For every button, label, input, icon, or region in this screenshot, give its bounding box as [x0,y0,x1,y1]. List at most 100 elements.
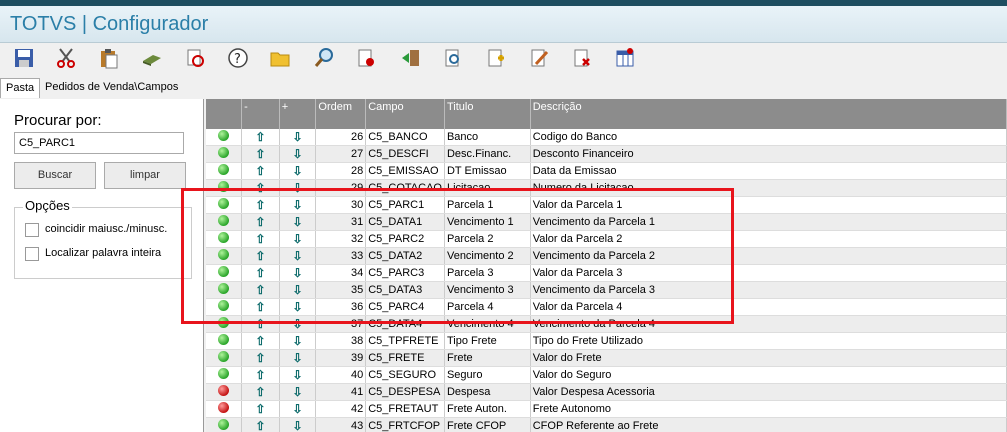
move-down-cell[interactable]: ⇩ [279,281,317,299]
folder-icon[interactable] [267,45,293,71]
arrow-down-icon[interactable]: ⇩ [293,233,303,245]
search-icon[interactable] [311,45,337,71]
arrow-down-icon[interactable]: ⇩ [293,216,303,228]
col-titulo-header[interactable]: Titulo [444,99,531,129]
move-down-cell[interactable]: ⇩ [279,383,317,401]
arrow-down-icon[interactable]: ⇩ [293,182,303,194]
arrow-down-icon[interactable]: ⇩ [293,148,303,160]
move-up-cell[interactable]: ⇧ [241,247,280,265]
move-up-cell[interactable]: ⇧ [241,349,280,367]
move-up-cell[interactable]: ⇧ [241,162,280,180]
move-up-cell[interactable]: ⇧ [241,366,280,384]
search-input[interactable] [14,132,184,154]
table-row[interactable]: ⇧ ⇩ 40 C5_SEGURO Seguro Valor do Seguro [206,366,1007,384]
arrow-down-icon[interactable]: ⇩ [293,403,303,415]
move-up-cell[interactable]: ⇧ [241,383,280,401]
arrow-down-icon[interactable]: ⇩ [293,199,303,211]
move-down-cell[interactable]: ⇩ [279,298,317,316]
move-down-cell[interactable]: ⇩ [279,366,317,384]
table-row[interactable]: ⇧ ⇩ 29 C5_COTACAO Licitacao Numero da Licitac… [206,179,1007,197]
help-icon[interactable]: ? [225,45,251,71]
preview-icon[interactable] [440,45,466,71]
move-down-cell[interactable]: ⇩ [279,247,317,265]
arrow-up-icon[interactable]: ⇧ [255,165,265,177]
arrow-down-icon[interactable]: ⇩ [293,318,303,330]
table-row[interactable]: ⇧ ⇩ 37 C5_DATA4 Vencimento 4 Vencimento da Pa… [206,315,1007,333]
move-up-cell[interactable]: ⇧ [241,145,280,163]
table-row[interactable]: ⇧ ⇩ 38 C5_TPFRETE Tipo Frete Tipo do Frete Ut… [206,332,1007,350]
table-row[interactable]: ⇧ ⇩ 26 C5_BANCO Banco Codigo do Banco [206,129,1007,146]
match-case-checkbox[interactable] [25,223,39,237]
move-down-cell[interactable]: ⇩ [279,129,317,146]
arrow-up-icon[interactable]: ⇧ [255,335,265,347]
arrow-down-icon[interactable]: ⇩ [293,420,303,432]
table-row[interactable]: ⇧ ⇩ 39 C5_FRETE Frete Valor do Frete [206,349,1007,367]
table-row[interactable]: ⇧ ⇩ 41 C5_DESPESA Despesa Valor Despesa Acess… [206,383,1007,401]
arrow-down-icon[interactable]: ⇩ [293,165,303,177]
move-up-cell[interactable]: ⇧ [241,179,280,197]
arrow-up-icon[interactable]: ⇧ [255,233,265,245]
edit-icon[interactable] [526,45,552,71]
arrow-up-icon[interactable]: ⇧ [255,403,265,415]
arrow-down-icon[interactable]: ⇩ [293,335,303,347]
arrow-down-icon[interactable]: ⇩ [293,386,303,398]
move-down-cell[interactable]: ⇩ [279,400,317,418]
move-up-cell[interactable]: ⇧ [241,281,280,299]
move-down-cell[interactable]: ⇩ [279,230,317,248]
arrow-up-icon[interactable]: ⇧ [255,182,265,194]
move-down-cell[interactable]: ⇩ [279,349,317,367]
buscar-button[interactable]: Buscar [14,162,96,189]
col-minus-header[interactable]: - [241,99,280,129]
move-down-cell[interactable]: ⇩ [279,264,317,282]
move-down-cell[interactable]: ⇩ [279,213,317,231]
exit-icon[interactable] [398,45,424,71]
move-up-cell[interactable]: ⇧ [241,264,280,282]
arrow-down-icon[interactable]: ⇩ [293,250,303,262]
move-down-cell[interactable]: ⇩ [279,179,317,197]
move-down-cell[interactable]: ⇩ [279,417,317,432]
whole-word-checkbox[interactable] [25,247,39,261]
move-down-cell[interactable]: ⇩ [279,315,317,333]
arrow-up-icon[interactable]: ⇧ [255,318,265,330]
arrow-up-icon[interactable]: ⇧ [255,369,265,381]
arrow-down-icon[interactable]: ⇩ [293,352,303,364]
col-descricao-header[interactable]: Descrição [530,99,1007,129]
add-icon[interactable] [483,45,509,71]
file-exit-icon[interactable] [353,45,379,71]
table-row[interactable]: ⇧ ⇩ 28 C5_EMISSAO DT Emissao Data da Emissao [206,162,1007,180]
arrow-up-icon[interactable]: ⇧ [255,148,265,160]
move-up-cell[interactable]: ⇧ [241,400,280,418]
book-icon[interactable] [139,45,165,71]
move-up-cell[interactable]: ⇧ [241,230,280,248]
table-row[interactable]: ⇧ ⇩ 32 C5_PARC2 Parcela 2 Valor da Parcela 2 [206,230,1007,248]
arrow-up-icon[interactable]: ⇧ [255,199,265,211]
table-row[interactable]: ⇧ ⇩ 42 C5_FRETAUT Frete Auton. Frete Autonomo [206,400,1007,418]
move-up-cell[interactable]: ⇧ [241,196,280,214]
refresh-icon[interactable] [182,45,208,71]
table-row[interactable]: ⇧ ⇩ 31 C5_DATA1 Vencimento 1 Vencimento da Pa… [206,213,1007,231]
table-icon[interactable] [612,45,638,71]
move-down-cell[interactable]: ⇩ [279,162,317,180]
move-up-cell[interactable]: ⇧ [241,213,280,231]
save-icon[interactable] [11,45,37,71]
table-row[interactable]: ⇧ ⇩ 34 C5_PARC3 Parcela 3 Valor da Parcela 3 [206,264,1007,282]
move-up-cell[interactable]: ⇧ [241,298,280,316]
table-row[interactable]: ⇧ ⇩ 43 C5_FRTCFOP Frete CFOP CFOP Referente a… [206,417,1007,432]
arrow-up-icon[interactable]: ⇧ [255,250,265,262]
move-down-cell[interactable]: ⇩ [279,196,317,214]
limpar-button[interactable]: limpar [104,162,186,189]
cut-icon[interactable] [53,45,79,71]
arrow-up-icon[interactable]: ⇧ [255,420,265,432]
move-down-cell[interactable]: ⇩ [279,332,317,350]
col-campo-header[interactable]: Campo [365,99,445,129]
arrow-up-icon[interactable]: ⇧ [255,216,265,228]
table-row[interactable]: ⇧ ⇩ 35 C5_DATA3 Vencimento 3 Vencimento da Pa… [206,281,1007,299]
arrow-down-icon[interactable]: ⇩ [293,284,303,296]
arrow-down-icon[interactable]: ⇩ [293,267,303,279]
arrow-down-icon[interactable]: ⇩ [293,369,303,381]
move-down-cell[interactable]: ⇩ [279,145,317,163]
move-up-cell[interactable]: ⇧ [241,332,280,350]
arrow-up-icon[interactable]: ⇧ [255,131,265,143]
col-plus-header[interactable]: + [279,99,317,129]
arrow-down-icon[interactable]: ⇩ [293,131,303,143]
